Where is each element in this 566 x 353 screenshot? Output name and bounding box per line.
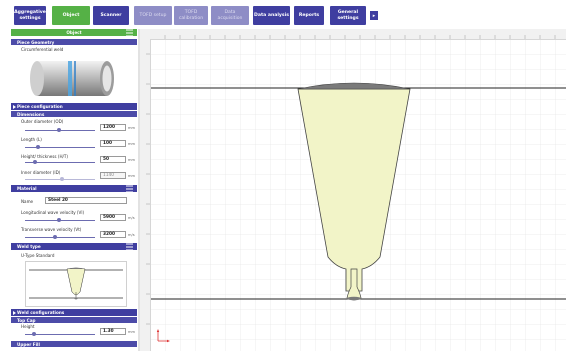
pipe-geometry-image[interactable] xyxy=(25,56,125,101)
thickness-unit: mm xyxy=(128,158,136,162)
length-input[interactable]: 100 xyxy=(100,140,126,147)
object-header: Object xyxy=(11,29,137,36)
dimensions-header: Dimensions xyxy=(11,111,137,117)
top-cap-header: Top Cap xyxy=(11,317,137,323)
upper-fill-header: Upper Fill xyxy=(11,341,137,347)
transverse-velocity-input[interactable]: 3200 xyxy=(100,231,126,238)
tofd-setup-button[interactable]: TOFD setup xyxy=(134,6,172,25)
toolbar-more-button[interactable]: ▸ xyxy=(370,11,378,20)
outer-diameter-slider[interactable] xyxy=(25,128,95,132)
tofd-calibration-button[interactable]: TOFD calibration xyxy=(174,6,208,25)
aggregative-settings-button[interactable]: Aggregative settings xyxy=(14,6,46,25)
chevron-right-icon: ▸ xyxy=(372,12,376,19)
piece-geometry-header: Piece Geometry xyxy=(11,39,137,45)
top-cap-height-label: Height xyxy=(21,324,35,329)
material-menu-icon[interactable] xyxy=(126,185,133,192)
thickness-slider-knob[interactable] xyxy=(33,160,38,164)
data-analysis-button[interactable]: Data analysis xyxy=(253,6,290,25)
outer-diameter-input[interactable]: 1200 xyxy=(100,124,126,131)
weld-type-value: U-Type Standard xyxy=(21,253,55,258)
thickness-label: Height/ thickness (H/T) xyxy=(21,154,69,159)
material-name-input[interactable]: Steel 20 xyxy=(45,197,127,204)
weld-type-header: Weld type xyxy=(11,243,137,250)
inner-diameter-unit: mm xyxy=(128,174,136,178)
reports-button[interactable]: Reports xyxy=(294,6,324,25)
top-cap-height-unit: mm xyxy=(128,330,136,334)
weld-configurations-header[interactable]: Weld configurations xyxy=(11,309,137,316)
longitudinal-velocity-unit: m/s xyxy=(128,216,135,220)
material-header: Material xyxy=(11,185,137,192)
outer-diameter-slider-knob[interactable] xyxy=(56,128,61,132)
piece-configuration-header[interactable]: Piece configuration xyxy=(11,103,137,110)
data-acquisition-button[interactable]: Data acquisition xyxy=(211,6,249,25)
weld-type-preview[interactable] xyxy=(25,261,127,307)
length-slider-knob[interactable] xyxy=(35,145,40,149)
expand-triangle-icon xyxy=(13,104,16,109)
outer-diameter-label: Outer diameter (OD) xyxy=(21,119,64,124)
top-toolbar: Aggregative settings Object Scanner TOFD … xyxy=(0,0,566,28)
thickness-input[interactable]: 50 xyxy=(100,156,126,163)
inner-diameter-input: 1140 xyxy=(100,172,126,179)
object-button[interactable]: Object xyxy=(52,6,90,25)
longitudinal-velocity-input[interactable]: 5900 xyxy=(100,214,126,221)
transverse-velocity-slider[interactable] xyxy=(25,235,95,239)
inner-diameter-slider xyxy=(25,177,95,181)
scanner-button[interactable]: Scanner xyxy=(93,6,129,25)
inner-diameter-label: Inner diameter (ID) xyxy=(21,170,61,175)
expand-triangle-icon xyxy=(13,310,16,315)
transverse-velocity-unit: m/s xyxy=(128,233,135,237)
length-slider[interactable] xyxy=(25,145,95,149)
thickness-slider[interactable] xyxy=(25,160,95,164)
object-settings-panel: Object Piece Geometry Circumferential we… xyxy=(11,29,137,351)
piece-geometry-type: Circumferential weld xyxy=(21,47,64,52)
transverse-velocity-slider-knob[interactable] xyxy=(53,235,57,239)
longitudinal-velocity-slider-knob[interactable] xyxy=(56,218,61,222)
material-name-label: Name xyxy=(21,199,34,204)
length-label: Length (L) xyxy=(21,137,42,142)
general-settings-button[interactable]: General settings xyxy=(330,6,366,25)
weld-type-menu-icon[interactable] xyxy=(126,243,133,250)
weld-canvas[interactable] xyxy=(140,29,566,351)
inner-diameter-slider-knob xyxy=(60,177,64,181)
outer-diameter-unit: mm xyxy=(128,126,136,130)
top-cap-height-input[interactable]: 1.30 xyxy=(100,328,126,335)
hamburger-menu-icon[interactable] xyxy=(126,29,133,36)
length-unit: mm xyxy=(128,142,136,146)
transverse-velocity-label: Transverse wave velocity (Vt) xyxy=(21,227,82,232)
weld-drawing-view[interactable] xyxy=(140,29,566,351)
longitudinal-velocity-label: Longitudinal wave velocity (Vl) xyxy=(21,210,85,215)
weld-root-cap xyxy=(347,296,361,301)
top-cap-height-slider[interactable] xyxy=(25,332,95,336)
longitudinal-velocity-slider[interactable] xyxy=(25,218,95,222)
top-cap-height-slider-knob[interactable] xyxy=(32,332,36,336)
